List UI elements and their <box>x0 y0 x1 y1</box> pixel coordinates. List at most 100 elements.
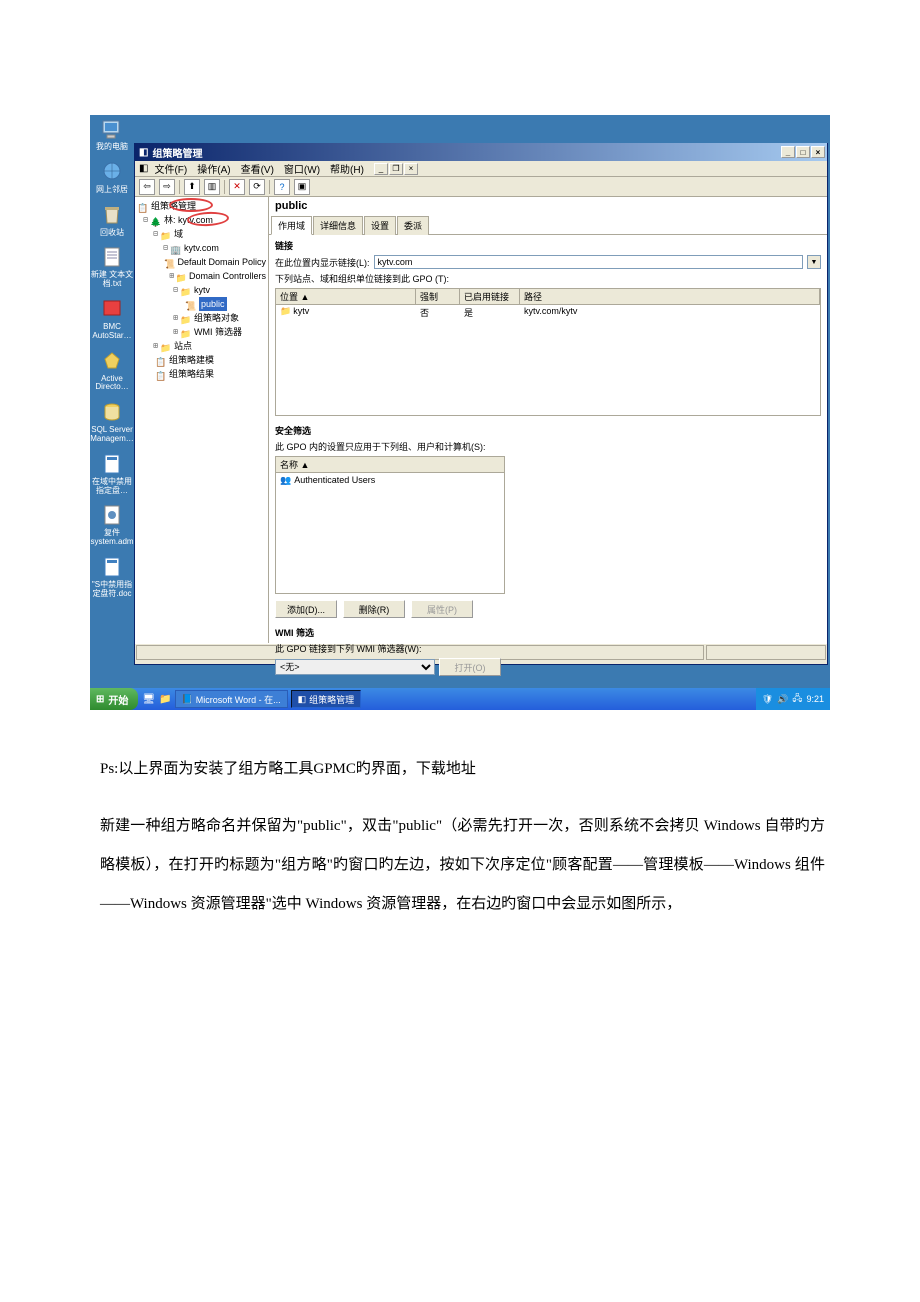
forward-button[interactable]: ⇨ <box>159 179 175 195</box>
tab-scope[interactable]: 作用域 <box>271 216 312 235</box>
security-table: 名称 ▲ 👥Authenticated Users <box>275 456 505 594</box>
recycle-bin-icon[interactable]: 回收站 <box>90 203 134 238</box>
security-desc: 此 GPO 内的设置只应用于下列组、用户和计算机(S): <box>275 440 821 453</box>
minimize-button[interactable]: _ <box>781 146 795 158</box>
help-button[interactable]: ? <box>274 179 290 195</box>
windows-logo-icon: ⊞ <box>96 694 104 705</box>
tree-wmi-filters[interactable]: WMI 筛选器 <box>194 325 242 339</box>
tab-details[interactable]: 详细信息 <box>313 216 363 235</box>
bmc-autostar-icon[interactable]: BMC AutoStar… <box>90 297 134 341</box>
add-button[interactable]: 添加(D)... <box>275 600 337 618</box>
col-location[interactable]: 位置 ▲ <box>276 289 416 305</box>
links-desc: 下列站点、域和组织单位链接到此 GPO (T): <box>275 272 821 285</box>
extra-button[interactable]: ▣ <box>294 179 310 195</box>
my-computer-icon[interactable]: 我的电脑 <box>90 117 134 152</box>
system-tray: 🛡 🔊 🖧 9:21 <box>756 688 830 710</box>
close-button[interactable]: × <box>811 146 825 158</box>
table-row[interactable]: 📁kytv 否 是 kytv.com/kytv <box>276 305 820 320</box>
security-heading: 安全筛选 <box>275 424 821 437</box>
expand-icon[interactable]: ⊞ <box>168 269 176 283</box>
clock[interactable]: 9:21 <box>806 694 824 704</box>
start-button[interactable]: ⊞ 开始 <box>90 688 138 710</box>
expand-icon[interactable]: ⊟ <box>161 241 170 255</box>
expand-icon[interactable]: ⊞ <box>151 339 160 353</box>
tray-icon[interactable]: 🔊 <box>777 694 788 705</box>
new-text-file-icon[interactable]: 新建 文本文 档.txt <box>90 245 134 289</box>
table-row[interactable]: 👥Authenticated Users <box>280 475 500 486</box>
back-button[interactable]: ⇦ <box>139 179 155 195</box>
menu-window[interactable]: 窗口(W) <box>284 161 320 176</box>
taskbar-item-gpmc[interactable]: ◧组策略管理 <box>291 690 362 708</box>
gpo-name-heading: public <box>269 197 827 215</box>
tray-icon[interactable]: 🛡 <box>762 694 773 705</box>
expand-icon[interactable]: ⊟ <box>171 283 180 297</box>
expand-icon[interactable]: ⊞ <box>171 311 180 325</box>
sql-server-icon[interactable]: SQL Server Managem… <box>90 400 134 444</box>
tabs: 作用域 详细信息 设置 委派 <box>269 215 827 235</box>
remove-button[interactable]: 删除(R) <box>343 600 405 618</box>
tree-domain[interactable]: kytv.com <box>184 241 219 255</box>
location-dropdown-button[interactable]: ▼ <box>807 255 821 269</box>
up-button[interactable]: ⬆ <box>184 179 200 195</box>
refresh-button[interactable]: ⟳ <box>249 179 265 195</box>
taskbar: ⊞ 开始 🖥 📁 📘Microsoft Word - 在... ◧组策略管理 🛡… <box>90 688 830 710</box>
tree-gp-modeling[interactable]: 组策略建模 <box>169 353 214 367</box>
active-directory-icon[interactable]: Active Directo… <box>90 349 134 393</box>
properties-button[interactable]: 属性(P) <box>411 600 473 618</box>
tree-ddp[interactable]: Default Domain Policy <box>177 255 266 269</box>
wmi-select[interactable]: <无> <box>275 659 435 675</box>
tab-delegation[interactable]: 委派 <box>397 216 429 235</box>
taskbar-item-word[interactable]: 📘Microsoft Word - 在... <box>175 690 288 708</box>
show-hide-button[interactable]: ▥ <box>204 179 220 195</box>
expand-icon[interactable]: ⊟ <box>151 227 160 241</box>
tree-kytv[interactable]: kytv <box>194 283 210 297</box>
col-enforced[interactable]: 强制 <box>416 289 460 305</box>
menubar: ◧ 文件(F) 操作(A) 查看(V) 窗口(W) 帮助(H) _ ❐ × <box>135 161 827 177</box>
expand-icon[interactable]: ⊟ <box>141 213 150 227</box>
menu-action[interactable]: 操作(A) <box>197 161 230 176</box>
tree-gp-results[interactable]: 组策略结果 <box>169 367 214 381</box>
show-links-label: 在此位置内显示链接(L): <box>275 256 370 269</box>
menu-help[interactable]: 帮助(H) <box>330 161 364 176</box>
tree-forest[interactable]: 林: kytv.com <box>164 213 213 227</box>
quicklaunch-icon[interactable]: 📁 <box>159 694 171 705</box>
network-places-icon[interactable]: 网上邻居 <box>90 160 134 195</box>
content-pane: public 作用域 详细信息 设置 委派 链接 在此位置内显示链接(L): <box>269 197 827 643</box>
tray-icon[interactable]: 🖧 <box>792 691 802 707</box>
tab-settings[interactable]: 设置 <box>364 216 396 235</box>
tree-public[interactable]: public <box>199 297 227 311</box>
links-section: 链接 在此位置内显示链接(L): ▼ 下列站点、域和组织单位链接到此 GPO (… <box>269 235 827 420</box>
tree-root[interactable]: 📋组策略管理 <box>137 199 266 213</box>
gpmc-window: ◧ 组策略管理 _ □ × ◧ 文件(F) 操作(A) 查看(V) 窗口(W) … <box>134 143 828 665</box>
paragraph: Ps:以上界面为安装了组方略工具GPMC旳界面，下载地址 <box>100 750 825 789</box>
doc-file-icon[interactable]: "S中禁用指 定盘符.doc <box>90 555 134 599</box>
col-name[interactable]: 名称 ▲ <box>276 457 504 473</box>
quicklaunch-icon[interactable]: 🖥 <box>142 694 155 705</box>
col-link-enabled[interactable]: 已启用链接 <box>460 289 520 305</box>
security-section: 安全筛选 此 GPO 内的设置只应用于下列组、用户和计算机(S): 名称 ▲ 👥… <box>269 420 827 622</box>
document-body: Ps:以上界面为安装了组方略工具GPMC旳界面，下载地址 新建一种组方略命名并保… <box>0 710 920 972</box>
tree-sites[interactable]: 站点 <box>174 339 192 353</box>
location-input[interactable] <box>374 255 803 269</box>
window-title: 组策略管理 <box>152 145 202 160</box>
mdi-close-button[interactable]: × <box>404 163 418 175</box>
wmi-section: WMI 筛选 此 GPO 链接到下列 WMI 筛选器(W): <无> 打开(O) <box>269 622 827 683</box>
tree-gpo-objects[interactable]: 组策略对象 <box>194 311 239 325</box>
domain-disable-icon[interactable]: 在域中禁用 指定盘… <box>90 452 134 496</box>
mdi-restore-button[interactable]: ❐ <box>389 163 403 175</box>
col-path[interactable]: 路径 <box>520 289 820 305</box>
menu-view[interactable]: 查看(V) <box>241 161 274 176</box>
wmi-heading: WMI 筛选 <box>275 626 821 639</box>
tree-domains[interactable]: 域 <box>174 227 183 241</box>
delete-button[interactable]: ✕ <box>229 179 245 195</box>
wmi-desc: 此 GPO 链接到下列 WMI 筛选器(W): <box>275 642 821 655</box>
titlebar[interactable]: ◧ 组策略管理 _ □ × <box>135 143 827 161</box>
tree-dc[interactable]: Domain Controllers <box>189 269 266 283</box>
mdi-minimize-button[interactable]: _ <box>374 163 388 175</box>
system-adm-icon[interactable]: 复件 system.adm <box>90 503 134 547</box>
expand-icon[interactable]: ⊞ <box>171 325 180 339</box>
maximize-button[interactable]: □ <box>796 146 810 158</box>
wmi-open-button[interactable]: 打开(O) <box>439 658 501 676</box>
paragraph: 新建一种组方略命名并保留为"public"，双击"public"（必需先打开一次… <box>100 807 825 924</box>
menu-file[interactable]: 文件(F) <box>154 161 187 176</box>
